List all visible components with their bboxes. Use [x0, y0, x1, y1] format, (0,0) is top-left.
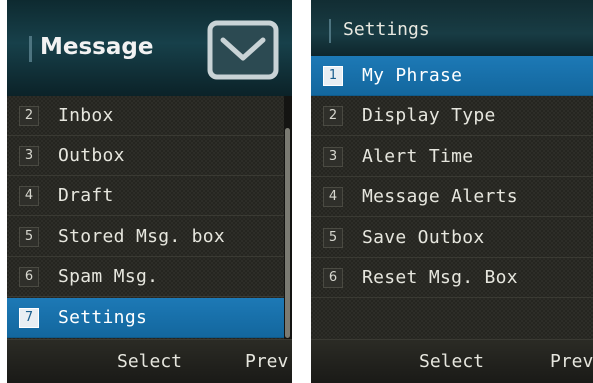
screen-title: Settings — [343, 19, 430, 40]
softkey-bar: Select Prev — [311, 339, 593, 383]
menu-item-stored-msg-box[interactable]: 5 Stored Msg. box — [7, 217, 292, 257]
menu-item-inbox[interactable]: 2 Inbox — [7, 96, 292, 136]
item-number: 4 — [323, 186, 343, 207]
menu-item-reset-msg-box[interactable]: 6 Reset Msg. Box — [311, 258, 593, 298]
item-number: 2 — [323, 105, 343, 126]
item-number: 2 — [19, 105, 39, 126]
menu-item-alert-time[interactable]: 3 Alert Time — [311, 137, 593, 177]
title-accent-bar — [329, 19, 331, 43]
item-label: Inbox — [58, 105, 114, 126]
item-number: 4 — [19, 185, 39, 206]
item-number: 5 — [19, 226, 39, 247]
item-label: My Phrase — [362, 65, 463, 86]
softkey-bar: Select Prev — [7, 339, 292, 383]
item-label: Alert Time — [362, 146, 474, 167]
select-softkey[interactable]: Select — [117, 351, 182, 372]
select-softkey[interactable]: Select — [419, 351, 484, 372]
menu-item-settings[interactable]: 7 Settings — [7, 298, 284, 338]
scrollbar-thumb[interactable] — [285, 128, 290, 338]
item-label: Settings — [58, 307, 148, 328]
item-label: Save Outbox — [362, 227, 485, 248]
item-label: Draft — [58, 185, 114, 206]
message-header: Message — [7, 0, 292, 96]
message-menu-screen: Message 2 Inbox 3 Outbox 4 Draft 5 Store… — [7, 0, 292, 383]
screen-title: Message — [40, 34, 154, 60]
item-label: Display Type — [362, 105, 496, 126]
item-label: Reset Msg. Box — [362, 267, 518, 288]
item-label: Spam Msg. — [58, 266, 159, 287]
item-number: 3 — [19, 145, 39, 166]
item-number: 7 — [19, 307, 39, 328]
settings-header: Settings — [311, 0, 593, 56]
message-menu-list: 2 Inbox 3 Outbox 4 Draft 5 Stored Msg. b… — [7, 96, 292, 340]
item-number: 6 — [323, 267, 343, 288]
item-label: Message Alerts — [362, 186, 518, 207]
menu-item-message-alerts[interactable]: 4 Message Alerts — [311, 177, 593, 217]
menu-item-outbox[interactable]: 3 Outbox — [7, 136, 292, 176]
item-label: Outbox — [58, 145, 125, 166]
menu-item-draft[interactable]: 4 Draft — [7, 176, 292, 216]
prev-softkey[interactable]: Prev — [550, 351, 593, 372]
item-number: 6 — [19, 266, 39, 287]
item-number: 3 — [323, 146, 343, 167]
item-number: 5 — [323, 227, 343, 248]
settings-menu-screen: Settings 1 My Phrase 2 Display Type 3 Al… — [311, 0, 593, 383]
menu-item-save-outbox[interactable]: 5 Save Outbox — [311, 218, 593, 258]
settings-menu-list: 1 My Phrase 2 Display Type 3 Alert Time … — [311, 56, 593, 340]
envelope-icon — [207, 20, 279, 80]
scrollbar[interactable] — [284, 96, 292, 340]
prev-softkey[interactable]: Prev — [245, 351, 288, 372]
title-accent-bar — [29, 36, 32, 62]
item-label: Stored Msg. box — [58, 226, 226, 247]
menu-item-my-phrase[interactable]: 1 My Phrase — [311, 56, 593, 96]
menu-item-spam-msg[interactable]: 6 Spam Msg. — [7, 257, 292, 297]
item-number: 1 — [323, 65, 343, 86]
menu-item-display-type[interactable]: 2 Display Type — [311, 96, 593, 136]
